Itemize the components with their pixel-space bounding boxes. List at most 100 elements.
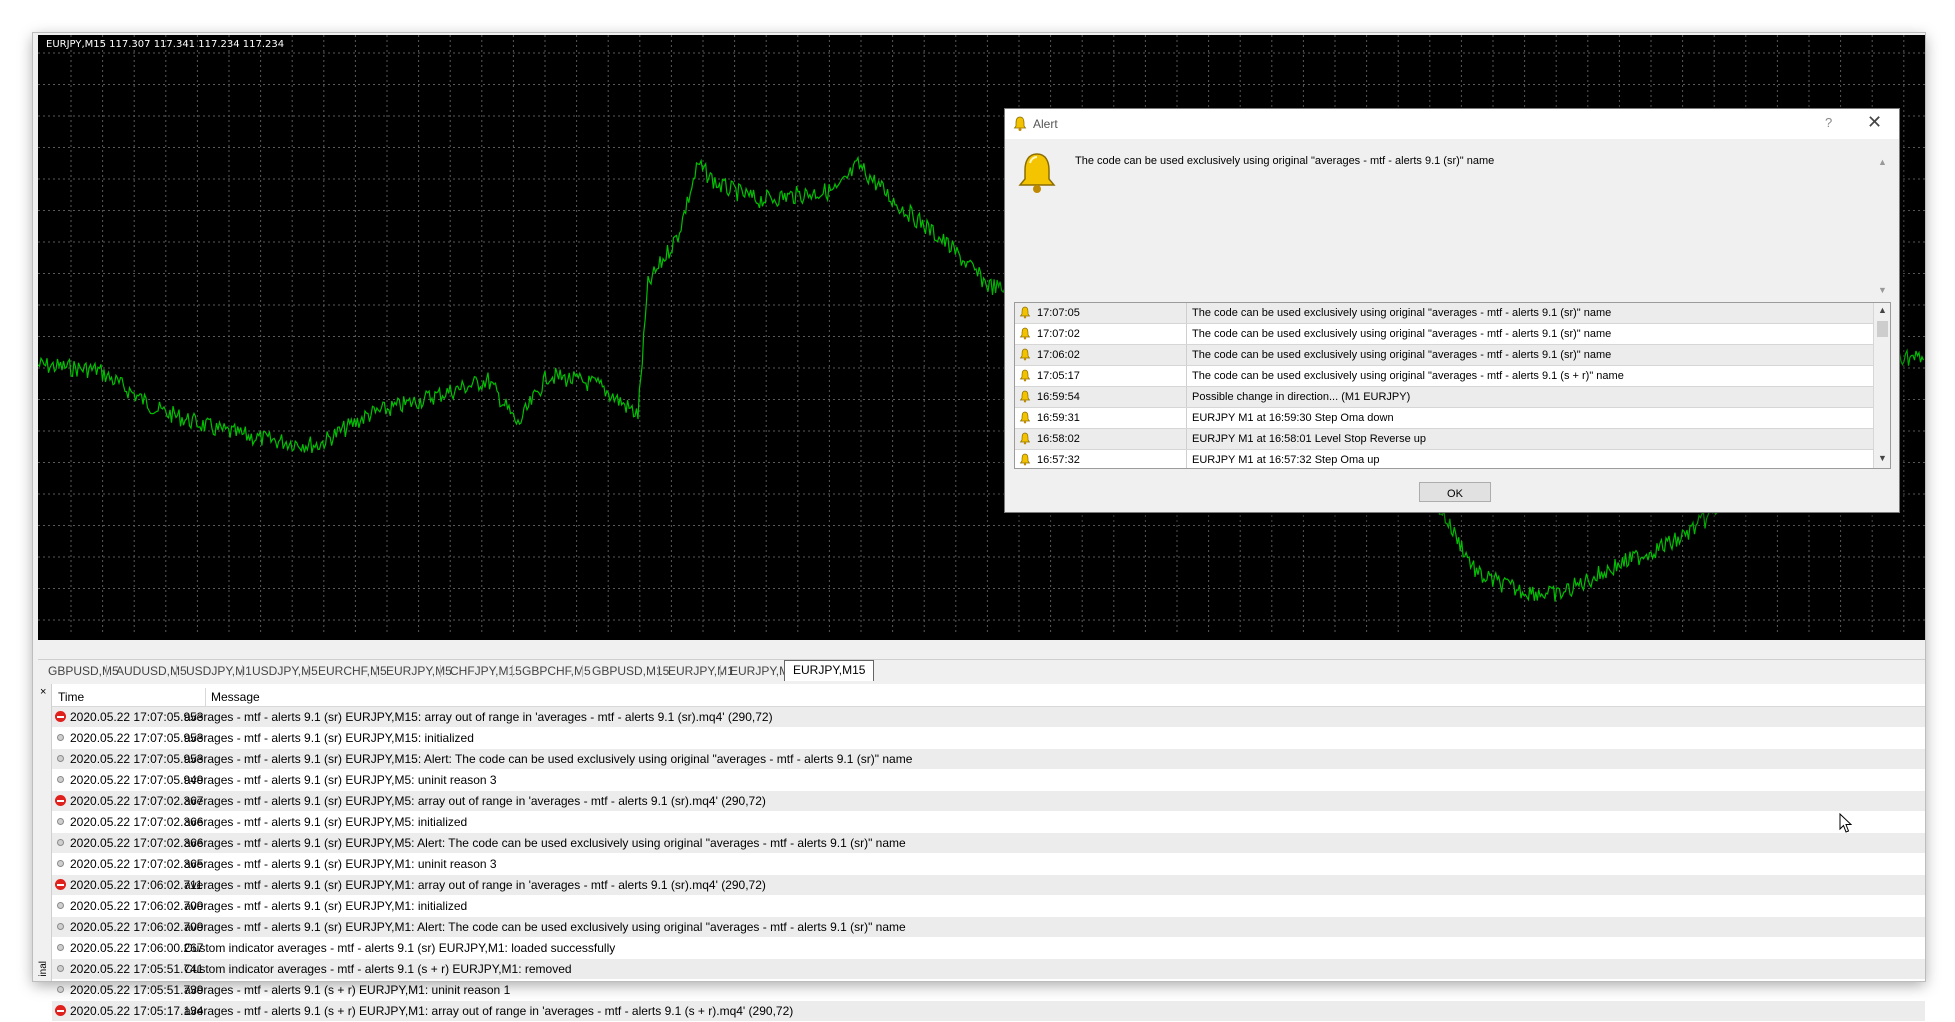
column-divider [1186,408,1187,428]
alert-history-row[interactable]: 16:59:54 Possible change in direction... … [1015,387,1890,408]
alert-history-row[interactable]: 16:57:32 EURJPY M1 at 16:57:32 Step Oma u… [1015,450,1890,468]
alert-dialog: Alert ? ✕ The code can be used exclusive… [1004,108,1900,513]
alert-titlebar[interactable]: Alert ? ✕ [1005,109,1899,139]
journal-message: averages - mtf - alerts 9.1 (s + r) EURJ… [184,1004,794,1018]
column-divider [1186,345,1187,365]
alert-history-time: 17:07:02 [1037,328,1080,340]
chevron-up-icon[interactable]: ▲ [1878,305,1887,315]
column-divider [1186,387,1187,407]
info-icon [57,734,64,741]
tab-separator [176,665,177,677]
tab-separator [512,665,513,677]
alert-history-message: EURJPY M1 at 16:58:01 Level Stop Reverse… [1192,433,1426,445]
error-icon [55,711,66,722]
tab-separator [242,665,243,677]
journal-row[interactable]: 2020.05.22 17:07:05.953 averages - mtf - … [52,707,1925,728]
info-icon [57,902,64,909]
info-icon [57,986,64,993]
journal-row[interactable]: 2020.05.22 17:07:05.953 averages - mtf - … [52,728,1925,749]
bell-icon [1018,153,1056,193]
chevron-down-icon[interactable]: ▼ [1878,285,1887,295]
journal-row[interactable]: 2020.05.22 17:07:02.366 averages - mtf - … [52,833,1925,854]
alert-history-row[interactable]: 17:05:17 The code can be used exclusively… [1015,366,1890,387]
journal-message: averages - mtf - alerts 9.1 (s + r) EURJ… [184,983,511,997]
terminal-label: inal [38,961,49,977]
alert-history-message: The code can be used exclusively using o… [1192,307,1612,319]
journal-message: averages - mtf - alerts 9.1 (sr) EURJPY,… [184,857,497,871]
bell-icon [1013,116,1027,131]
alert-history-list[interactable]: 17:07:05 The code can be used exclusively… [1014,302,1891,469]
scroll-thumb[interactable] [1877,321,1888,337]
alert-history-row[interactable]: 17:07:02 The code can be used exclusively… [1015,324,1890,345]
close-icon[interactable]: ✕ [1867,112,1882,133]
journal-row[interactable]: 2020.05.22 17:05:17.134 averages - mtf - … [52,1001,1925,1022]
journal-row[interactable]: 2020.05.22 17:06:02.709 averages - mtf - … [52,896,1925,917]
alert-message-area: The code can be used exclusively using o… [1005,139,1899,299]
alert-history-message: The code can be used exclusively using o… [1192,370,1624,382]
alert-history-time: 16:57:32 [1037,454,1080,466]
journal-row[interactable]: 2020.05.22 17:05:51.741 Custom indicator … [52,959,1925,980]
journal-message: averages - mtf - alerts 9.1 (sr) EURJPY,… [184,815,468,829]
journal-header: Time Message [52,688,1925,707]
terminal-sidebar: × inal [38,684,52,981]
ok-button[interactable]: OK [1419,482,1491,502]
alert-history-message: EURJPY M1 at 16:59:30 Step Oma down [1192,412,1394,424]
journal-row[interactable]: 2020.05.22 17:06:02.711 averages - mtf - … [52,875,1925,896]
alert-title: Alert [1033,117,1058,131]
alert-history-message: Possible change in direction... (M1 EURJ… [1192,391,1411,403]
journal-row[interactable]: 2020.05.22 17:07:05.953 averages - mtf - … [52,749,1925,770]
journal-row[interactable]: 2020.05.22 17:07:05.949 averages - mtf - … [52,770,1925,791]
chevron-down-icon[interactable]: ▼ [1878,453,1887,463]
journal-rows: 2020.05.22 17:07:05.953 averages - mtf - … [52,707,1925,1022]
column-divider [1186,324,1187,344]
alert-history-time: 16:59:54 [1037,391,1080,403]
time-axis: 28 Apr 202028 Apr 10:3028 Apr 18:3029 Ap… [38,639,1925,640]
alert-list-scrollbar[interactable]: ▲ ▼ [1873,303,1890,468]
journal-row[interactable]: 2020.05.22 17:05:51.739 averages - mtf - … [52,980,1925,1001]
journal-row[interactable]: 2020.05.22 17:07:02.367 averages - mtf - … [52,791,1925,812]
terminal-panel: × inal Time Message 2020.05.22 17:07:05.… [38,684,1925,1022]
column-header-message[interactable]: Message [211,690,260,704]
journal-message: averages - mtf - alerts 9.1 (sr) EURJPY,… [184,710,773,724]
bell-icon [1019,390,1031,403]
tab-separator [376,665,377,677]
column-divider [1186,450,1187,468]
chevron-up-icon[interactable]: ▲ [1878,157,1887,167]
tab-separator [720,665,721,677]
error-icon [55,1005,66,1016]
journal-time: 2020.05.22 17:06:02.711 [70,878,203,892]
column-divider[interactable] [205,688,206,706]
bell-icon [1019,327,1031,340]
journal-row[interactable]: 2020.05.22 17:07:02.366 averages - mtf - … [52,812,1925,833]
chart-tab[interactable]: EURJPY,M15 [784,660,875,681]
close-icon[interactable]: × [40,686,46,698]
alert-history-time: 17:06:02 [1037,349,1080,361]
alert-history-row[interactable]: 17:06:02 The code can be used exclusively… [1015,345,1890,366]
info-icon [57,860,64,867]
alert-history-row[interactable]: 17:07:05 The code can be used exclusively… [1015,303,1890,324]
journal-row[interactable]: 2020.05.22 17:07:02.365 averages - mtf - … [52,854,1925,875]
alert-history-rows: 17:07:05 The code can be used exclusively… [1015,303,1890,468]
info-icon [57,923,64,930]
alert-history-message: The code can be used exclusively using o… [1192,349,1612,361]
tab-separator [658,665,659,677]
alert-history-row[interactable]: 16:59:31 EURJPY M1 at 16:59:30 Step Oma d… [1015,408,1890,429]
tab-separator [106,665,107,677]
help-icon[interactable]: ? [1825,115,1832,130]
alert-history-time: 17:07:05 [1037,307,1080,319]
alert-history-time: 16:58:02 [1037,433,1080,445]
column-header-time[interactable]: Time [58,690,84,704]
journal-message: averages - mtf - alerts 9.1 (sr) EURJPY,… [184,878,766,892]
alert-history-row[interactable]: 16:58:02 EURJPY M1 at 16:58:01 Level Stop… [1015,429,1890,450]
alert-history-time: 17:05:17 [1037,370,1080,382]
bell-icon [1019,453,1031,466]
column-divider [1186,366,1187,386]
journal-row[interactable]: 2020.05.22 17:06:02.709 averages - mtf - … [52,917,1925,938]
info-icon [57,839,64,846]
journal-message: Custom indicator averages - mtf - alerts… [184,941,616,955]
journal-row[interactable]: 2020.05.22 17:06:00.267 Custom indicator … [52,938,1925,959]
tab-separator [308,665,309,677]
journal-message: Custom indicator averages - mtf - alerts… [184,962,572,976]
journal-message: averages - mtf - alerts 9.1 (sr) EURJPY,… [184,773,497,787]
info-icon [57,755,64,762]
